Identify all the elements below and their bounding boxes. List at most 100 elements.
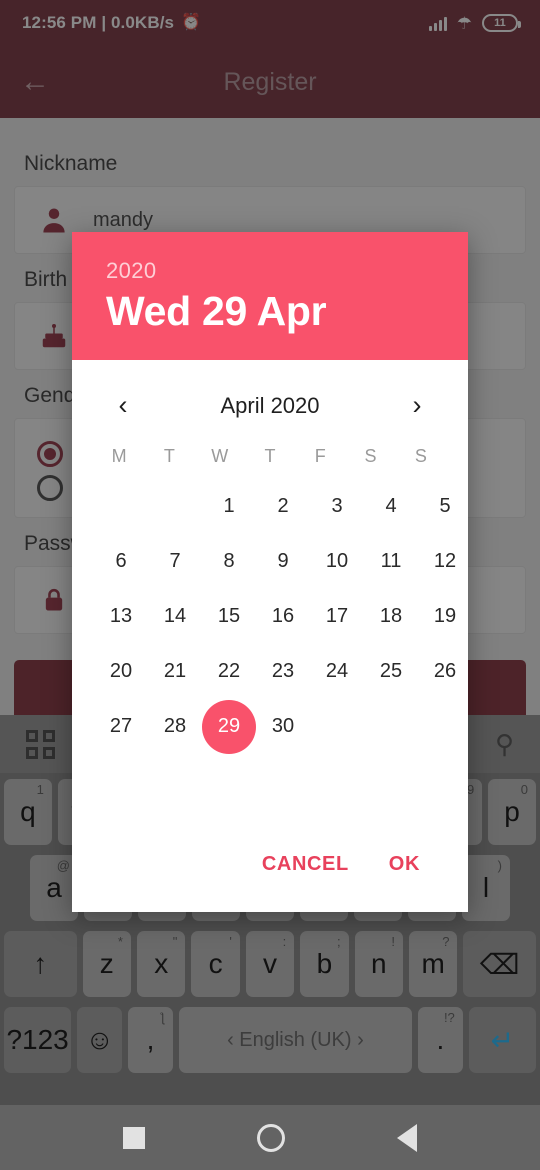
circle-home-icon[interactable] <box>257 1123 285 1152</box>
calendar-cell[interactable]: 14 <box>148 589 202 644</box>
key-label: v <box>263 948 277 979</box>
key-q[interactable]: 1q <box>4 779 52 845</box>
triangle-back-icon[interactable] <box>397 1123 417 1152</box>
calendar-cell[interactable]: 10 <box>310 534 364 589</box>
calendar-day[interactable]: 21 <box>148 645 202 699</box>
calendar-cell[interactable]: 8 <box>202 534 256 589</box>
key-c[interactable]: ' c <box>191 931 240 997</box>
calendar-day[interactable]: 17 <box>310 590 364 644</box>
key-period[interactable]: !? . <box>417 1007 463 1073</box>
calendar-day[interactable]: 27 <box>94 700 148 754</box>
calendar-cell[interactable]: 20 <box>94 644 148 699</box>
calendar-day[interactable]: 20 <box>94 645 148 699</box>
calendar-cell[interactable]: 6 <box>94 534 148 589</box>
calendar-day[interactable]: 30 <box>256 700 310 754</box>
calendar-day[interactable]: 6 <box>94 535 148 589</box>
key-v[interactable]: :v <box>245 931 295 997</box>
mic-icon: ƪ <box>159 1010 165 1025</box>
calendar-cell[interactable]: 19 <box>418 589 468 644</box>
calendar-cell[interactable]: 25 <box>364 644 418 699</box>
calendar-day[interactable]: 9 <box>256 535 310 589</box>
grid-menu-icon[interactable] <box>26 729 55 759</box>
calendar-cell[interactable]: 26 <box>418 644 468 699</box>
calendar-cell[interactable]: 24 <box>310 644 364 699</box>
calendar-cell[interactable]: 23 <box>256 644 310 699</box>
calendar-day[interactable]: 24 <box>310 645 364 699</box>
calendar-day[interactable]: 11 <box>364 535 418 589</box>
key-sup-label: " <box>172 934 178 949</box>
chevron-left-icon[interactable]: ‹ <box>108 390 138 421</box>
key-space[interactable]: ‹ English (UK) › <box>178 1007 412 1073</box>
key-b[interactable]: ; b <box>300 931 349 997</box>
calendar-cell[interactable]: 15 <box>202 589 256 644</box>
calendar-day[interactable]: 3 <box>310 480 364 534</box>
calendar-day[interactable]: 16 <box>256 590 310 644</box>
calendar-cell[interactable]: 29 <box>202 699 256 754</box>
key-z[interactable]: * z <box>82 931 131 997</box>
calendar-day <box>418 700 468 754</box>
calendar-cell <box>148 479 202 534</box>
cancel-button[interactable]: CANCEL <box>262 853 349 876</box>
calendar-cell[interactable]: 28 <box>148 699 202 754</box>
square-recents-icon[interactable] <box>123 1126 145 1149</box>
calendar-day[interactable]: 25 <box>364 645 418 699</box>
calendar-cell[interactable]: 12 <box>418 534 468 589</box>
date-picker-selected-date[interactable]: Wed 29 Apr <box>106 288 434 335</box>
key-backspace[interactable]: ⌫ <box>463 931 537 997</box>
calendar-cell[interactable]: 18 <box>364 589 418 644</box>
key-label: n <box>371 948 387 979</box>
key-p[interactable]: 0p <box>488 779 536 845</box>
calendar-weekday: S <box>414 446 427 466</box>
key-emoji[interactable]: ☺ <box>77 1007 123 1073</box>
key-label: m <box>421 948 445 979</box>
calendar-cell[interactable]: 17 <box>310 589 364 644</box>
key-symbols[interactable]: ?123 <box>3 1007 72 1073</box>
calendar-cell[interactable]: 16 <box>256 589 310 644</box>
calendar-day[interactable]: 14 <box>148 590 202 644</box>
calendar-day-selected[interactable]: 29 <box>202 699 256 754</box>
key-n[interactable]: ! n <box>354 931 404 997</box>
calendar-day[interactable]: 5 <box>418 480 468 534</box>
calendar-day[interactable]: 19 <box>418 590 468 644</box>
calendar-cell[interactable]: 11 <box>364 534 418 589</box>
calendar-cell[interactable]: 9 <box>256 534 310 589</box>
calendar-day[interactable]: 7 <box>148 535 202 589</box>
calendar-day[interactable]: 13 <box>94 590 148 644</box>
key-sup-label: 0 <box>520 782 528 797</box>
calendar-day[interactable]: 4 <box>364 480 418 534</box>
calendar-cell[interactable]: 4 <box>364 479 418 534</box>
calendar-day[interactable]: 10 <box>310 535 364 589</box>
calendar-day[interactable]: 1 <box>202 480 256 534</box>
calendar-day[interactable]: 28 <box>148 700 202 754</box>
calendar-cell[interactable]: 1 <box>202 479 256 534</box>
chevron-right-icon[interactable]: › <box>402 390 432 421</box>
calendar-day[interactable]: 8 <box>202 535 256 589</box>
calendar-day[interactable]: 26 <box>418 645 468 699</box>
calendar-cell[interactable]: 27 <box>94 699 148 754</box>
key-x[interactable]: " x <box>136 931 186 997</box>
calendar-day[interactable]: 15 <box>202 590 256 644</box>
date-picker-year[interactable]: 2020 <box>106 258 434 284</box>
calendar-cell[interactable]: 21 <box>148 644 202 699</box>
calendar-day[interactable]: 22 <box>202 645 256 699</box>
key-comma[interactable]: ƪ , <box>128 1007 173 1073</box>
key-shift[interactable]: ↑ <box>3 931 77 997</box>
search-icon[interactable]: ⚲ <box>495 729 514 760</box>
ok-button[interactable]: OK <box>389 853 420 876</box>
key-l[interactable]: ) l <box>462 855 510 921</box>
calendar-cell[interactable]: 2 <box>256 479 310 534</box>
calendar-day[interactable]: 18 <box>364 590 418 644</box>
calendar-cell[interactable]: 13 <box>94 589 148 644</box>
calendar-cell[interactable]: 22 <box>202 644 256 699</box>
key-m[interactable]: ? m <box>409 931 458 997</box>
calendar-day[interactable]: 12 <box>418 535 468 589</box>
calendar-weekday: W <box>211 446 229 466</box>
calendar-cell[interactable]: 3 <box>310 479 364 534</box>
key-a[interactable]: @ a <box>30 855 78 921</box>
calendar-day[interactable]: 2 <box>256 480 310 534</box>
calendar-cell[interactable]: 7 <box>148 534 202 589</box>
calendar-cell[interactable]: 30 <box>256 699 310 754</box>
calendar-cell[interactable]: 5 <box>418 479 468 534</box>
key-enter[interactable]: ↵ <box>468 1007 537 1073</box>
calendar-day[interactable]: 23 <box>256 645 310 699</box>
